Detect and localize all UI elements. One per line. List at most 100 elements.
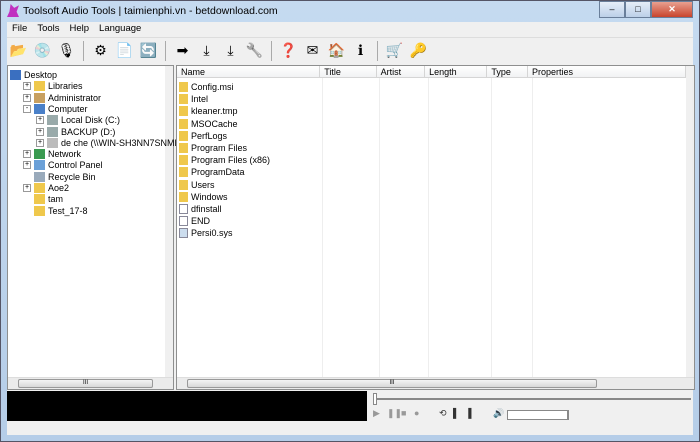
download-all-icon[interactable]: ⤓ <box>221 41 240 60</box>
tree-horizontal-scrollbar[interactable]: III <box>8 377 173 389</box>
list-horizontal-scrollbar[interactable]: III <box>177 377 694 389</box>
file-row[interactable]: Windows <box>179 191 228 203</box>
drive-icon <box>47 126 58 137</box>
file-list[interactable]: Name Title Artist Length Type Properties III … <box>176 65 695 390</box>
network-icon <box>34 149 45 160</box>
tree-node[interactable]: + Aoe2 <box>23 182 69 194</box>
file-row[interactable]: Program Files (x86) <box>179 154 270 166</box>
tree-node-label: Administrator <box>48 92 102 103</box>
column-header-type[interactable]: Type <box>487 66 528 78</box>
mark-out-button[interactable]: ▐ <box>465 408 471 418</box>
pause-button[interactable]: ❚❚ <box>387 408 402 419</box>
tree-node[interactable]: Recycle Bin <box>23 171 96 183</box>
expand-toggle-icon[interactable]: + <box>23 161 31 170</box>
file-row[interactable]: dfinstall <box>179 203 222 215</box>
menu-language[interactable]: Language <box>94 22 146 37</box>
microphone-icon[interactable]: 🎙 <box>57 41 76 60</box>
seek-handle[interactable] <box>373 393 377 405</box>
expand-toggle-icon[interactable]: + <box>23 150 31 159</box>
folder-icon <box>179 94 188 105</box>
mail-icon[interactable]: ✉ <box>303 41 322 60</box>
download-icon[interactable]: ⤓ <box>197 41 216 60</box>
folder-icon <box>179 130 188 141</box>
tree-node-label: tam <box>48 194 64 205</box>
volume-icon: 🔊 <box>493 408 505 418</box>
file-row[interactable]: Intel <box>179 93 208 105</box>
close-button[interactable]: ✕ <box>651 1 693 18</box>
help-icon[interactable]: ❓ <box>279 41 298 60</box>
info-icon[interactable]: ℹ <box>351 41 370 60</box>
arrow-right-icon[interactable]: ➡ <box>173 41 192 60</box>
column-header-properties[interactable]: Properties <box>528 66 686 78</box>
column-header-name[interactable]: Name <box>177 66 321 78</box>
menu-file[interactable]: File <box>7 22 32 37</box>
file-row[interactable]: Config.msi <box>179 81 234 93</box>
file-row[interactable]: PerfLogs <box>179 130 227 142</box>
app-window: Toolsoft Audio Tools | taimienphi.vn - b… <box>0 0 700 442</box>
folder-icon <box>179 118 188 129</box>
recycle-icon <box>34 171 45 182</box>
folder-tree[interactable]: III Desktop + Libraries + Administrator - Comp… <box>7 65 199 390</box>
tree-node[interactable]: + de che (\\WIN-SH3NN7SNMF4) (Z <box>36 137 199 149</box>
file-name: ProgramData <box>191 167 245 178</box>
repeat-button[interactable]: ⟲ <box>439 408 447 419</box>
user-icon <box>34 92 45 103</box>
expand-toggle-icon[interactable]: + <box>23 93 31 102</box>
cd-burn-icon[interactable]: 💿 <box>33 41 52 60</box>
tools-icon[interactable]: 🔧 <box>245 41 264 60</box>
file-row[interactable]: MSOCache <box>179 118 238 130</box>
mark-in-button[interactable]: ▌ <box>453 408 459 418</box>
stop-button[interactable]: ■ <box>401 408 406 418</box>
tree-node[interactable]: + Control Panel <box>23 159 103 171</box>
cart-icon[interactable]: 🛒 <box>385 41 404 60</box>
tree-node[interactable]: Desktop <box>10 69 57 81</box>
menu-tools[interactable]: Tools <box>32 22 64 37</box>
file-row[interactable]: ProgramData <box>179 166 245 178</box>
tree-node[interactable]: Test_17-8 <box>23 205 88 217</box>
scrollbar-thumb[interactable]: III <box>187 379 597 388</box>
file-row[interactable]: Program Files <box>179 142 247 154</box>
expand-toggle-icon[interactable]: - <box>23 104 31 113</box>
drive-icon <box>47 115 58 126</box>
maximize-button[interactable]: □ <box>625 1 651 18</box>
menu-help[interactable]: Help <box>65 22 95 37</box>
settings-gears-icon[interactable]: ⚙ <box>91 41 110 60</box>
open-folder-icon[interactable]: 📂 <box>9 41 28 60</box>
key-icon[interactable]: 🔑 <box>409 41 428 60</box>
column-header-length[interactable]: Length <box>425 66 488 78</box>
volume-slider[interactable] <box>507 410 569 420</box>
column-header-artist[interactable]: Artist <box>377 66 426 78</box>
file-row[interactable]: END <box>179 215 210 227</box>
refresh-icon[interactable]: 🔄 <box>139 41 158 60</box>
file-name: kleaner.tmp <box>191 106 238 117</box>
tree-node[interactable]: tam <box>23 193 63 205</box>
tree-node[interactable]: + Network <box>23 148 81 160</box>
tree-node[interactable]: + Local Disk (C:) <box>36 114 120 126</box>
tree-node-label: Libraries <box>48 81 83 92</box>
expand-toggle-icon[interactable]: + <box>23 184 31 192</box>
scrollbar-thumb[interactable]: III <box>18 379 153 388</box>
tree-node[interactable]: + BACKUP (D:) <box>36 126 115 138</box>
file-list-header: Name Title Artist Length Type Properties <box>177 66 686 78</box>
minimize-button[interactable]: – <box>599 1 625 18</box>
document-list-icon[interactable]: 📄 <box>115 41 134 60</box>
tree-node[interactable]: + Libraries <box>23 80 83 92</box>
file-name: Intel <box>191 94 209 105</box>
file-row[interactable]: kleaner.tmp <box>179 105 238 117</box>
file-row[interactable]: Persi0.sys <box>179 227 233 239</box>
tree-node[interactable]: - Computer <box>23 103 88 115</box>
column-header-title[interactable]: Title <box>320 66 377 78</box>
expand-toggle-icon[interactable]: + <box>36 116 44 125</box>
file-row[interactable]: Users <box>179 179 215 191</box>
home-icon[interactable]: 🏠 <box>327 41 346 60</box>
tree-node[interactable]: + Administrator <box>23 92 101 104</box>
file-name: Program Files (x86) <box>191 155 271 166</box>
expand-toggle-icon[interactable]: + <box>23 82 31 91</box>
play-button[interactable]: ▶ <box>373 408 380 419</box>
folder-icon <box>179 191 188 202</box>
record-button[interactable]: ● <box>414 408 419 418</box>
file-name: dfinstall <box>191 204 222 214</box>
expand-toggle-icon[interactable]: + <box>36 127 44 136</box>
seek-slider[interactable] <box>375 398 691 400</box>
expand-toggle-icon[interactable]: + <box>36 138 44 147</box>
